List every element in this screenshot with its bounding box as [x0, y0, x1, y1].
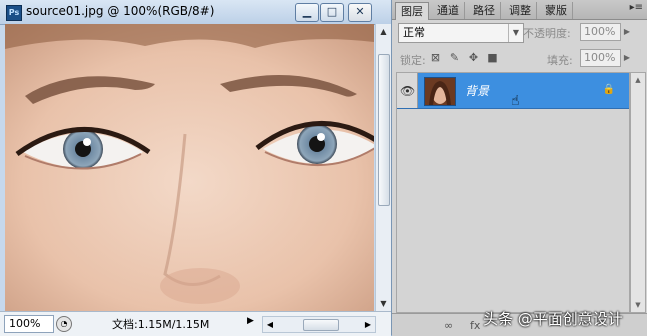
- blend-mode-select[interactable]: 正常 ▼: [398, 23, 524, 43]
- layer-thumbnail: [424, 77, 456, 106]
- scroll-up-arrow-icon[interactable]: ▲: [631, 73, 645, 87]
- layer-name: 背景: [465, 84, 490, 98]
- scroll-down-arrow-icon[interactable]: ▼: [631, 298, 645, 312]
- document-title: source01.jpg @ 100%(RGB/8#): [26, 4, 215, 18]
- hand-cursor-icon: ☝: [511, 93, 520, 109]
- image-canvas[interactable]: [5, 24, 374, 311]
- document-horizontal-scrollbar[interactable]: ◀ ▶: [262, 316, 376, 333]
- layer-visibility-toggle[interactable]: 👁: [397, 73, 418, 108]
- eye-icon: 👁: [400, 84, 416, 98]
- panel-menu-icon[interactable]: ▸≡: [630, 2, 643, 13]
- minimize-button[interactable]: ▁: [295, 3, 319, 22]
- lock-label: 锁定:: [400, 54, 426, 67]
- document-vertical-scrollbar[interactable]: ▲ ▼: [375, 24, 391, 311]
- blend-mode-value: 正常: [403, 26, 425, 39]
- layer-row[interactable]: 👁 背景 ☝ 🔒: [397, 73, 629, 109]
- fill-field[interactable]: 100%: [580, 49, 621, 67]
- fill-label: 填充:: [547, 54, 573, 67]
- link-layers-icon[interactable]: ∞: [444, 319, 453, 332]
- document-status-bar: 100% ◔ 文档:1.15M/1.15M ▶ ◀ ▶: [0, 311, 391, 336]
- scroll-left-arrow-icon[interactable]: ◀: [263, 317, 277, 332]
- scroll-down-arrow-icon[interactable]: ▼: [376, 296, 391, 311]
- document-info: 文档:1.15M/1.15M: [112, 318, 210, 331]
- face-photo: [5, 24, 374, 311]
- fill-arrow-icon[interactable]: ▶: [622, 50, 632, 66]
- tab-paths[interactable]: 路径: [468, 2, 501, 19]
- zoom-field[interactable]: 100%: [4, 315, 54, 333]
- horizontal-scroll-thumb[interactable]: [303, 319, 339, 331]
- vertical-scroll-thumb[interactable]: [378, 54, 390, 206]
- tab-channels[interactable]: 通道: [432, 2, 465, 19]
- layer-lock-icon: 🔒: [602, 84, 615, 95]
- document-titlebar[interactable]: Ps source01.jpg @ 100%(RGB/8#) ▁ □ ✕: [0, 0, 391, 25]
- lock-image-icon[interactable]: ✎: [448, 51, 461, 64]
- layer-list: 👁 背景 ☝ 🔒: [396, 72, 630, 313]
- layers-panel: 图层 通道 路径 调整 蒙版 ▸≡ 正常 ▼ 不透明度: 100% ▶ 锁定: …: [392, 0, 647, 336]
- status-menu-icon[interactable]: ◔: [56, 316, 72, 332]
- scroll-up-arrow-icon[interactable]: ▲: [376, 24, 391, 39]
- scroll-right-arrow-icon[interactable]: ▶: [361, 317, 375, 332]
- tab-adjustments[interactable]: 调整: [504, 2, 537, 19]
- layer-list-scrollbar[interactable]: ▲ ▼: [630, 72, 646, 313]
- lock-transparent-icon[interactable]: ⊠: [429, 51, 442, 64]
- restore-button[interactable]: □: [320, 3, 344, 22]
- panel-tab-bar: 图层 通道 路径 调整 蒙版 ▸≡: [392, 0, 647, 20]
- lock-all-icon[interactable]: ■: [486, 51, 499, 64]
- lock-position-icon[interactable]: ✥: [467, 51, 480, 64]
- status-expand-arrow-icon[interactable]: ▶: [247, 316, 254, 326]
- layer-style-icon[interactable]: fx: [470, 319, 480, 332]
- tab-masks[interactable]: 蒙版: [540, 2, 573, 19]
- photoshop-icon: Ps: [6, 5, 22, 21]
- chevron-down-icon: ▼: [508, 24, 523, 42]
- close-button[interactable]: ✕: [348, 3, 372, 22]
- document-window: Ps source01.jpg @ 100%(RGB/8#) ▁ □ ✕ ▲ ▼…: [0, 0, 392, 336]
- opacity-field[interactable]: 100%: [580, 23, 621, 41]
- opacity-arrow-icon[interactable]: ▶: [622, 24, 632, 40]
- watermark: 头条 @平面创意设计: [483, 310, 623, 328]
- opacity-label: 不透明度:: [523, 27, 571, 40]
- lock-row: 锁定: ⊠ ✎ ✥ ■ 填充: 100% ▶: [392, 47, 647, 69]
- tab-layers[interactable]: 图层: [395, 2, 429, 20]
